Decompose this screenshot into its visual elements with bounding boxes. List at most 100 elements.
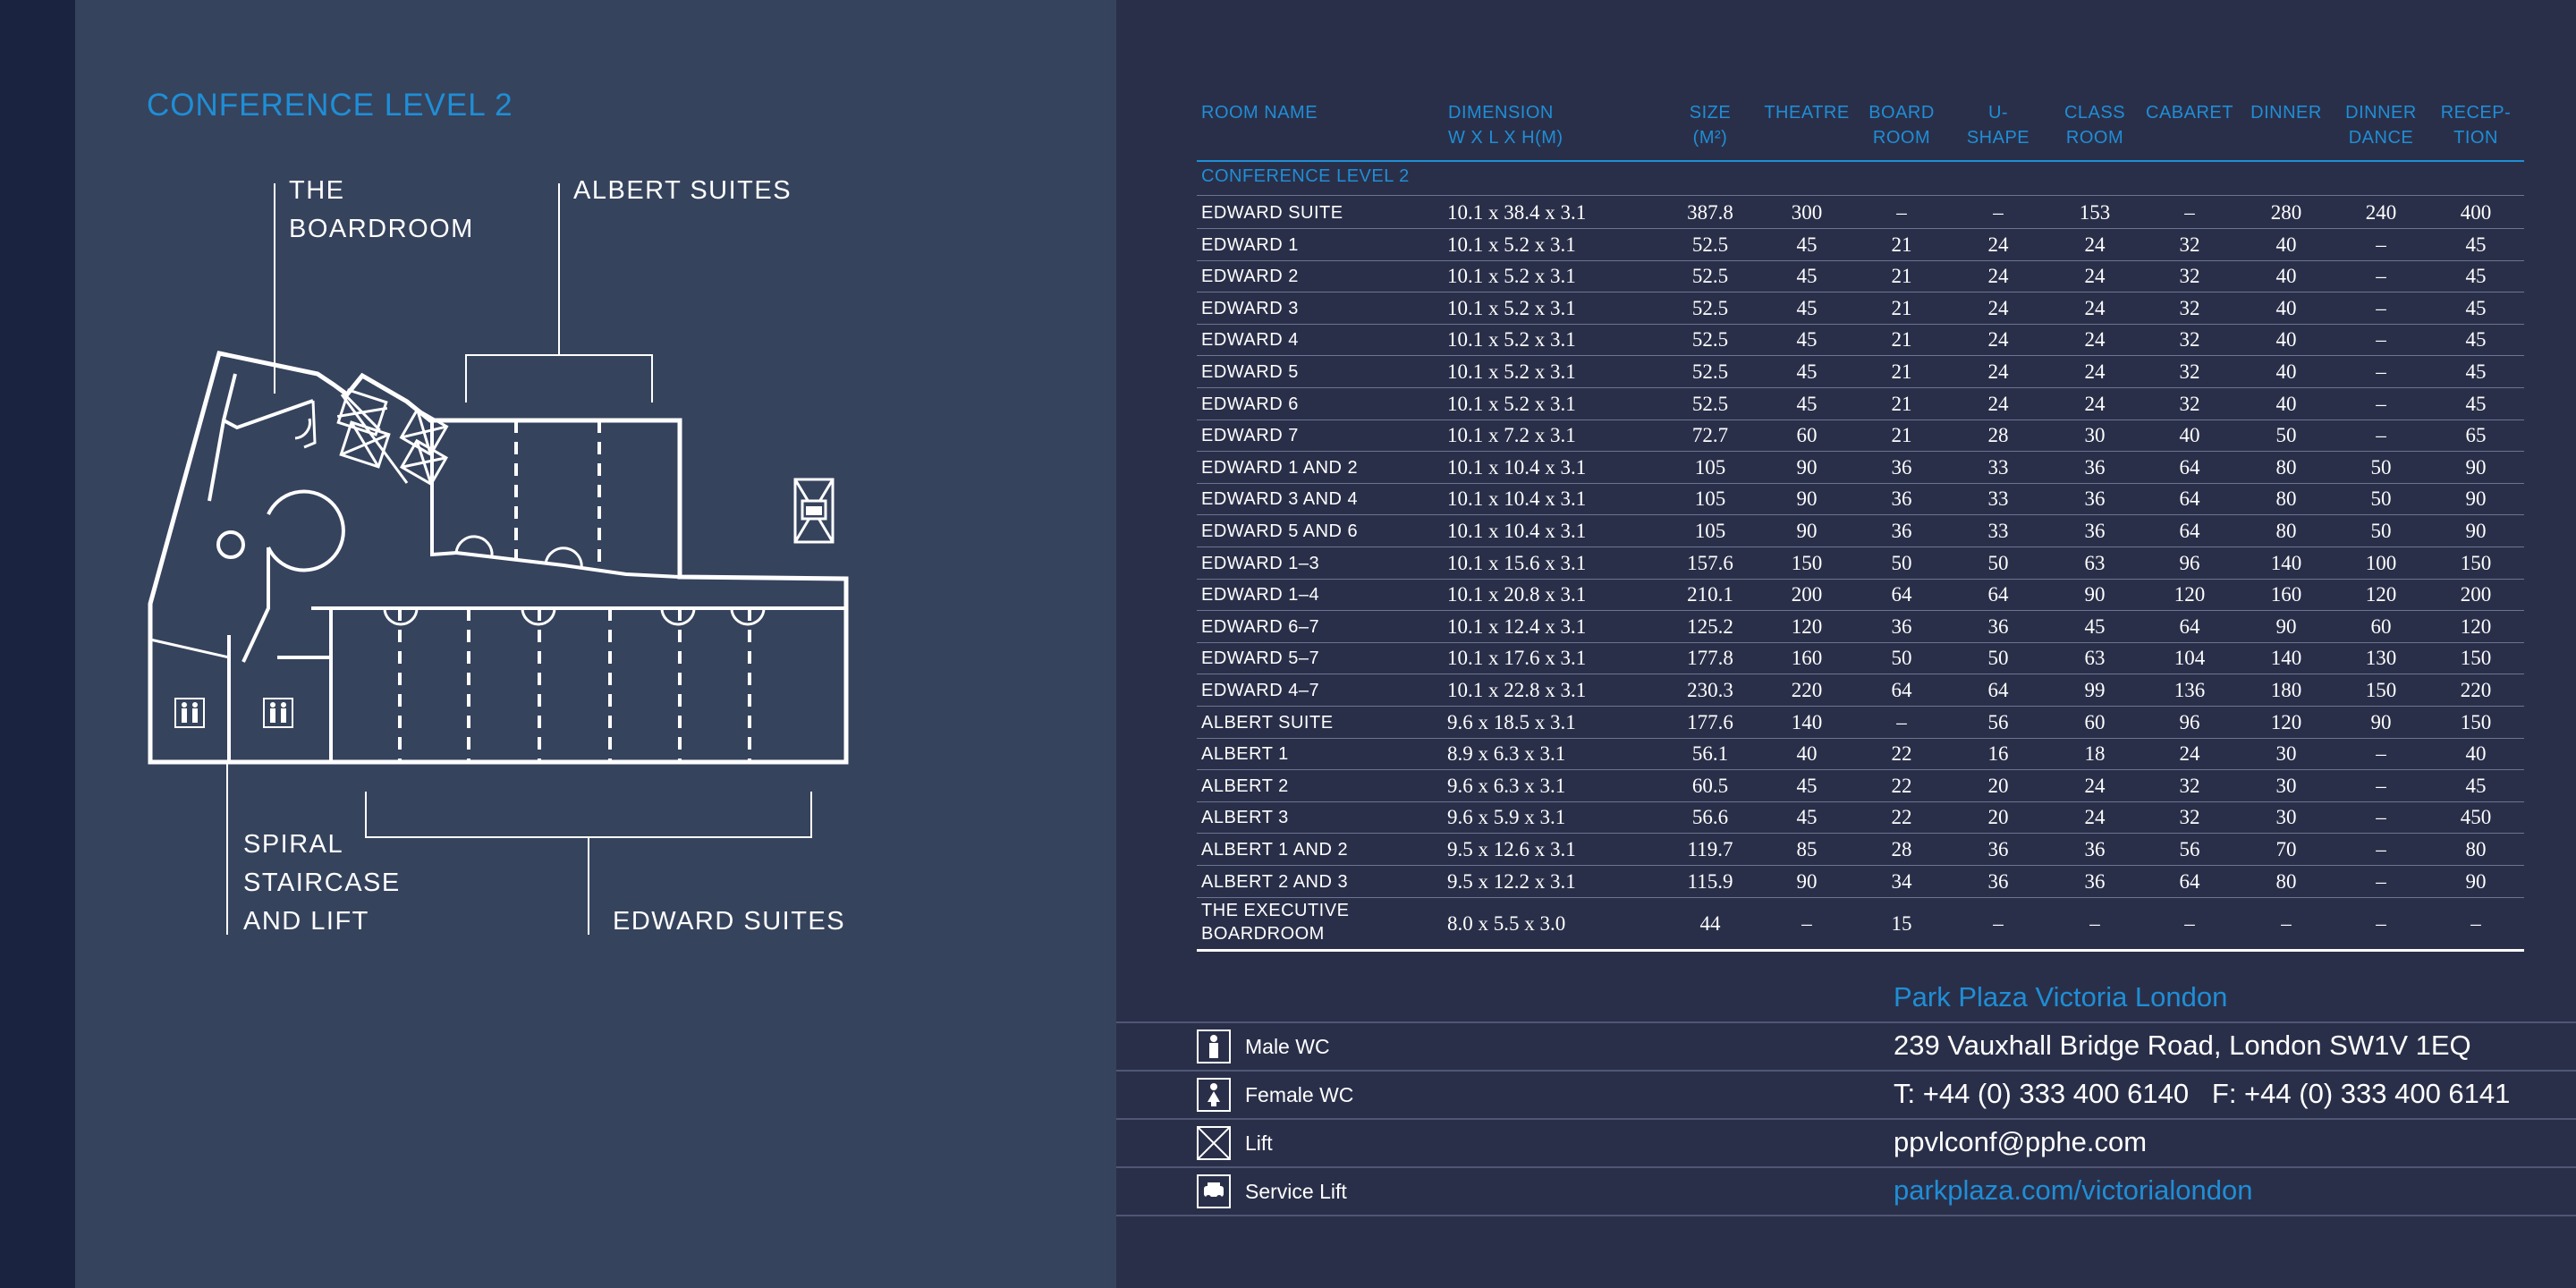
cell-board: 21 <box>1891 424 1912 447</box>
cell-reception: 120 <box>2460 614 2492 638</box>
hotel-website[interactable]: parkplaza.com/victorialondon <box>1894 1174 2253 1207</box>
label-boardroom: THE BOARDROOM <box>289 176 474 243</box>
cell-theatre: 300 <box>1791 201 1823 224</box>
cell-dinner: 80 <box>2275 869 2297 893</box>
room-dimension: 9.6 x 18.5 x 3.1 <box>1447 710 1576 733</box>
cell-theatre: 90 <box>1796 455 1818 479</box>
cell-dinner: 120 <box>2270 710 2302 733</box>
floor-plan <box>148 183 849 935</box>
cell-dance: – <box>2376 233 2386 256</box>
cell-ushape: 24 <box>1987 328 2009 352</box>
cell-cabaret: 64 <box>2179 614 2200 638</box>
room-name: ALBERT SUITE <box>1201 712 1334 733</box>
cell-size: 119.7 <box>1687 838 1733 860</box>
room-dimension: 9.5 x 12.2 x 3.1 <box>1447 869 1576 893</box>
cell-reception: 45 <box>2465 328 2487 352</box>
legend-label: Female WC <box>1245 1082 1354 1106</box>
cell-dinner: 140 <box>2270 551 2302 574</box>
cell-board: 21 <box>1891 360 1912 383</box>
legend-label: Male WC <box>1245 1034 1330 1058</box>
cell-theatre: – <box>1801 912 1812 935</box>
table-row: EDWARD 1 10.1 x 5.2 x 3.1 52.5 45 21 24 24 32 40… <box>1197 229 2524 261</box>
table-row: EDWARD 5 AND 6 10.1 x 10.4 x 3.1 105 90 36 33… <box>1197 515 2524 547</box>
room-dimension: 10.1 x 10.4 x 3.1 <box>1447 520 1587 542</box>
label-albert-suites: ALBERT SUITES <box>573 176 792 205</box>
legend-male-wc: Male WC <box>1197 1029 1330 1064</box>
cell-class: 24 <box>2084 774 2106 797</box>
cell-ushape: 64 <box>1987 583 2009 606</box>
cell-dance: 50 <box>2370 487 2392 511</box>
cell-theatre: 200 <box>1791 583 1823 606</box>
cell-reception: 80 <box>2465 838 2487 860</box>
cell-board: 21 <box>1891 328 1912 352</box>
cell-board: 36 <box>1891 614 1912 638</box>
cell-size: 125.2 <box>1687 614 1733 638</box>
cell-reception: 150 <box>2460 647 2492 670</box>
cell-dinner: 40 <box>2275 360 2297 383</box>
female-wc-icon <box>1197 1078 1231 1112</box>
room-name: EDWARD 4–7 <box>1201 681 1320 700</box>
header-size: SIZE (M²) <box>1689 103 1732 148</box>
cell-theatre: 90 <box>1796 520 1818 542</box>
room-dimension: 10.1 x 10.4 x 3.1 <box>1447 487 1587 511</box>
cell-class: – <box>2089 912 2100 935</box>
room-dimension: 8.0 x 5.5 x 3.0 <box>1447 912 1566 935</box>
cell-ushape: 33 <box>1987 520 2009 542</box>
cell-board: 21 <box>1891 265 1912 288</box>
room-dimension: 9.6 x 6.3 x 3.1 <box>1447 774 1566 797</box>
table-row: ALBERT 1 8.9 x 6.3 x 3.1 56.1 40 22 16 18 24 30 –… <box>1197 738 2524 771</box>
cell-size: 60.5 <box>1691 774 1729 797</box>
cell-cabaret: 136 <box>2174 679 2206 701</box>
hotel-email[interactable]: ppvlconf@pphe.com <box>1894 1126 2147 1158</box>
table-bottom-rule <box>1197 949 2524 952</box>
cell-theatre: 160 <box>1791 647 1823 670</box>
cell-cabaret: 40 <box>2179 424 2200 447</box>
cell-class: 24 <box>2084 296 2106 319</box>
cell-size: 177.6 <box>1687 710 1733 733</box>
cell-class: 63 <box>2084 647 2106 670</box>
cell-theatre: 45 <box>1796 265 1818 288</box>
cell-ushape: 36 <box>1987 614 2009 638</box>
cell-ushape: 50 <box>1987 647 2009 670</box>
cell-board: 21 <box>1891 233 1912 256</box>
cell-class: 36 <box>2084 520 2106 542</box>
cell-size: 52.5 <box>1691 392 1729 415</box>
divider <box>1116 1118 2576 1120</box>
cell-board: 36 <box>1891 455 1912 479</box>
cell-cabaret: 32 <box>2179 233 2200 256</box>
cell-reception: 40 <box>2465 742 2487 766</box>
cell-cabaret: 64 <box>2179 520 2200 542</box>
cell-class: 60 <box>2084 710 2106 733</box>
cell-size: 105 <box>1694 520 1726 542</box>
cell-ushape: 36 <box>1987 838 2009 860</box>
cell-dinner: 40 <box>2275 296 2297 319</box>
cell-board: 22 <box>1891 806 1912 829</box>
divider <box>1116 1021 2576 1023</box>
cell-class: 153 <box>2079 201 2111 224</box>
table-row: ALBERT 3 9.6 x 5.9 x 3.1 56.6 45 22 20 24 32 30 –… <box>1197 801 2524 835</box>
cell-cabaret: 64 <box>2179 455 2200 479</box>
cell-dinner: 40 <box>2275 265 2297 288</box>
header-classroom: CLASS ROOM <box>2063 103 2126 148</box>
cell-dance: – <box>2376 742 2386 766</box>
male-wc-icon <box>1197 1030 1231 1063</box>
cell-ushape: 24 <box>1987 296 2009 319</box>
cell-theatre: 85 <box>1796 838 1818 860</box>
cell-dance: 50 <box>2370 455 2392 479</box>
cell-theatre: 45 <box>1796 360 1818 383</box>
cell-dance: – <box>2376 265 2386 288</box>
cell-size: 177.8 <box>1687 647 1733 670</box>
room-dimension: 10.1 x 5.2 x 3.1 <box>1447 392 1576 415</box>
cell-dinner: 50 <box>2275 424 2297 447</box>
cell-dance: 150 <box>2365 679 2397 701</box>
cell-class: 90 <box>2084 583 2106 606</box>
room-name: EDWARD 6–7 <box>1201 616 1320 637</box>
cell-class: 36 <box>2084 487 2106 511</box>
divider <box>1116 1166 2576 1168</box>
room-dimension: 10.1 x 5.2 x 3.1 <box>1447 296 1576 319</box>
room-name: EDWARD 3 <box>1201 298 1299 318</box>
cell-theatre: 120 <box>1791 614 1823 638</box>
cell-size: 52.5 <box>1691 296 1729 319</box>
cell-class: 99 <box>2084 679 2106 701</box>
cell-reception: 400 <box>2460 201 2492 224</box>
